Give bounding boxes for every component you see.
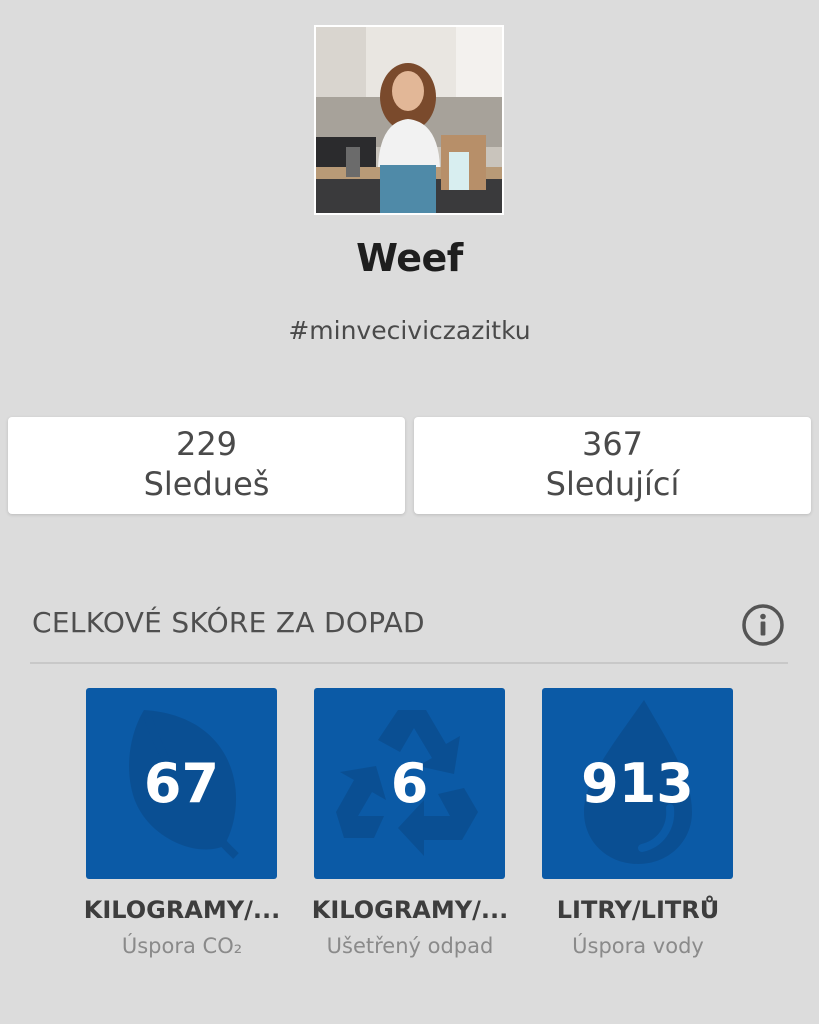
followers-label: Sledující <box>545 465 680 503</box>
co2-savings-value: 67 <box>143 752 220 815</box>
water-savings-value: 913 <box>581 752 694 815</box>
avatar-photo <box>316 27 502 213</box>
following-label: Sledueš <box>143 465 270 503</box>
waste-saved-value: 6 <box>390 752 429 815</box>
waste-saved-unit: KILOGRAMY/... <box>311 896 509 924</box>
following-card[interactable]: 229 Sledueš <box>8 417 405 514</box>
co2-savings-unit: KILOGRAMY/... <box>83 896 281 924</box>
waste-saved-tile[interactable]: 6 <box>314 688 505 879</box>
co2-savings-tile[interactable]: 67 <box>86 688 277 879</box>
water-savings-desc: Úspora vody <box>572 934 704 958</box>
impact-score-title: CELKOVÉ SKÓRE ZA DOPAD <box>32 606 425 639</box>
profile-hashtag[interactable]: #minveciviczazitku <box>0 316 819 345</box>
section-divider <box>30 662 788 664</box>
co2-savings-desc: Úspora CO₂ <box>121 934 243 958</box>
profile-name: Weef <box>356 236 463 280</box>
followers-count: 367 <box>581 425 644 463</box>
profile-avatar[interactable] <box>314 25 504 215</box>
water-savings-unit: LITRY/LITRŮ <box>556 896 720 924</box>
info-icon[interactable] <box>741 603 785 647</box>
followers-card[interactable]: 367 Sledující <box>414 417 811 514</box>
water-savings-tile[interactable]: 913 <box>542 688 733 879</box>
waste-saved-desc: Ušetřený odpad <box>326 934 494 958</box>
following-count: 229 <box>175 425 238 463</box>
